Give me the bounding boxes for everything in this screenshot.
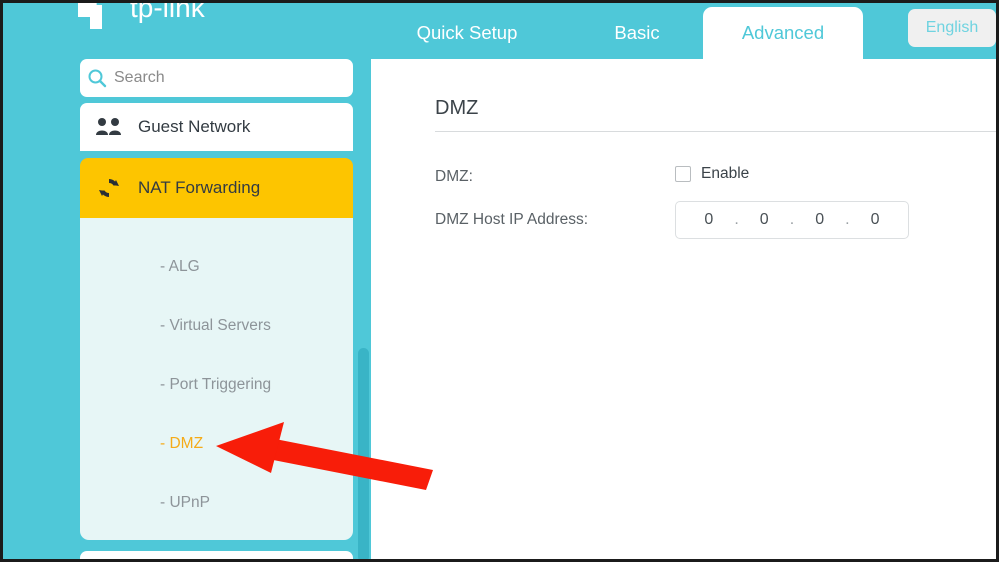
language-selector[interactable]: English bbox=[908, 9, 996, 47]
submenu-item-alg[interactable]: - ALG bbox=[160, 258, 200, 276]
submenu-item-dmz[interactable]: - DMZ bbox=[160, 435, 203, 453]
submenu-item-port-triggering[interactable]: - Port Triggering bbox=[160, 376, 271, 394]
page-title: DMZ bbox=[435, 97, 479, 119]
search-input[interactable] bbox=[114, 61, 339, 95]
ip-octet-1[interactable]: 0 bbox=[695, 211, 723, 229]
tab-advanced[interactable]: Advanced bbox=[703, 7, 863, 61]
sidebar-scrollbar-thumb[interactable] bbox=[358, 348, 369, 559]
sidebar-item-label: NAT Forwarding bbox=[138, 178, 261, 197]
nat-forwarding-icon bbox=[80, 176, 138, 200]
ip-octet-2[interactable]: 0 bbox=[750, 211, 778, 229]
tp-link-logo: tp-link bbox=[72, 0, 252, 31]
search-box[interactable] bbox=[80, 59, 353, 97]
submenu-item-virtual-servers[interactable]: - Virtual Servers bbox=[160, 317, 271, 335]
form-row-dmz-host-ip: DMZ Host IP Address: 0 . 0 . 0 . 0 bbox=[435, 201, 996, 239]
logo-wordmark: tp-link bbox=[130, 0, 206, 23]
ip-separator: . bbox=[845, 211, 850, 228]
sidebar-item-nat-forwarding[interactable]: NAT Forwarding bbox=[80, 158, 353, 218]
tab-quick-setup[interactable]: Quick Setup bbox=[397, 7, 537, 61]
title-divider bbox=[435, 131, 996, 132]
sidebar-item-next-section[interactable] bbox=[80, 551, 353, 559]
dmz-host-ip-label: DMZ Host IP Address: bbox=[435, 211, 589, 228]
sidebar-item-guest-network[interactable]: Guest Network bbox=[80, 103, 353, 151]
dmz-enable-checkbox-group[interactable]: Enable bbox=[675, 165, 749, 183]
router-admin-page: tp-link Quick Setup Basic Advanced Engli… bbox=[0, 0, 999, 562]
nat-forwarding-submenu: - ALG - Virtual Servers - Port Triggerin… bbox=[80, 218, 353, 540]
guest-users-icon bbox=[80, 117, 138, 137]
app-header: tp-link Quick Setup Basic Advanced Engli… bbox=[3, 0, 996, 61]
ip-separator: . bbox=[734, 211, 739, 228]
dmz-enable-checkbox[interactable] bbox=[675, 166, 691, 182]
sidebar: Guest Network NAT Forwarding - ALG - Vir… bbox=[3, 59, 371, 559]
ip-octet-4[interactable]: 0 bbox=[861, 211, 889, 229]
main-content: DMZ DMZ: Enable DMZ Host IP Address: 0 .… bbox=[371, 59, 996, 559]
submenu-item-upnp[interactable]: - UPnP bbox=[160, 494, 210, 512]
ip-separator: . bbox=[789, 211, 795, 228]
ip-octet-3[interactable]: 0 bbox=[806, 211, 834, 229]
sidebar-item-label: Guest Network bbox=[138, 117, 251, 136]
dmz-host-ip-input[interactable]: 0 . 0 . 0 . 0 bbox=[675, 201, 909, 239]
form-row-dmz: DMZ: Enable bbox=[435, 165, 996, 189]
dmz-field-label: DMZ: bbox=[435, 168, 473, 185]
search-icon bbox=[80, 59, 114, 97]
dmz-enable-label: Enable bbox=[701, 165, 750, 182]
tab-basic[interactable]: Basic bbox=[591, 7, 683, 61]
